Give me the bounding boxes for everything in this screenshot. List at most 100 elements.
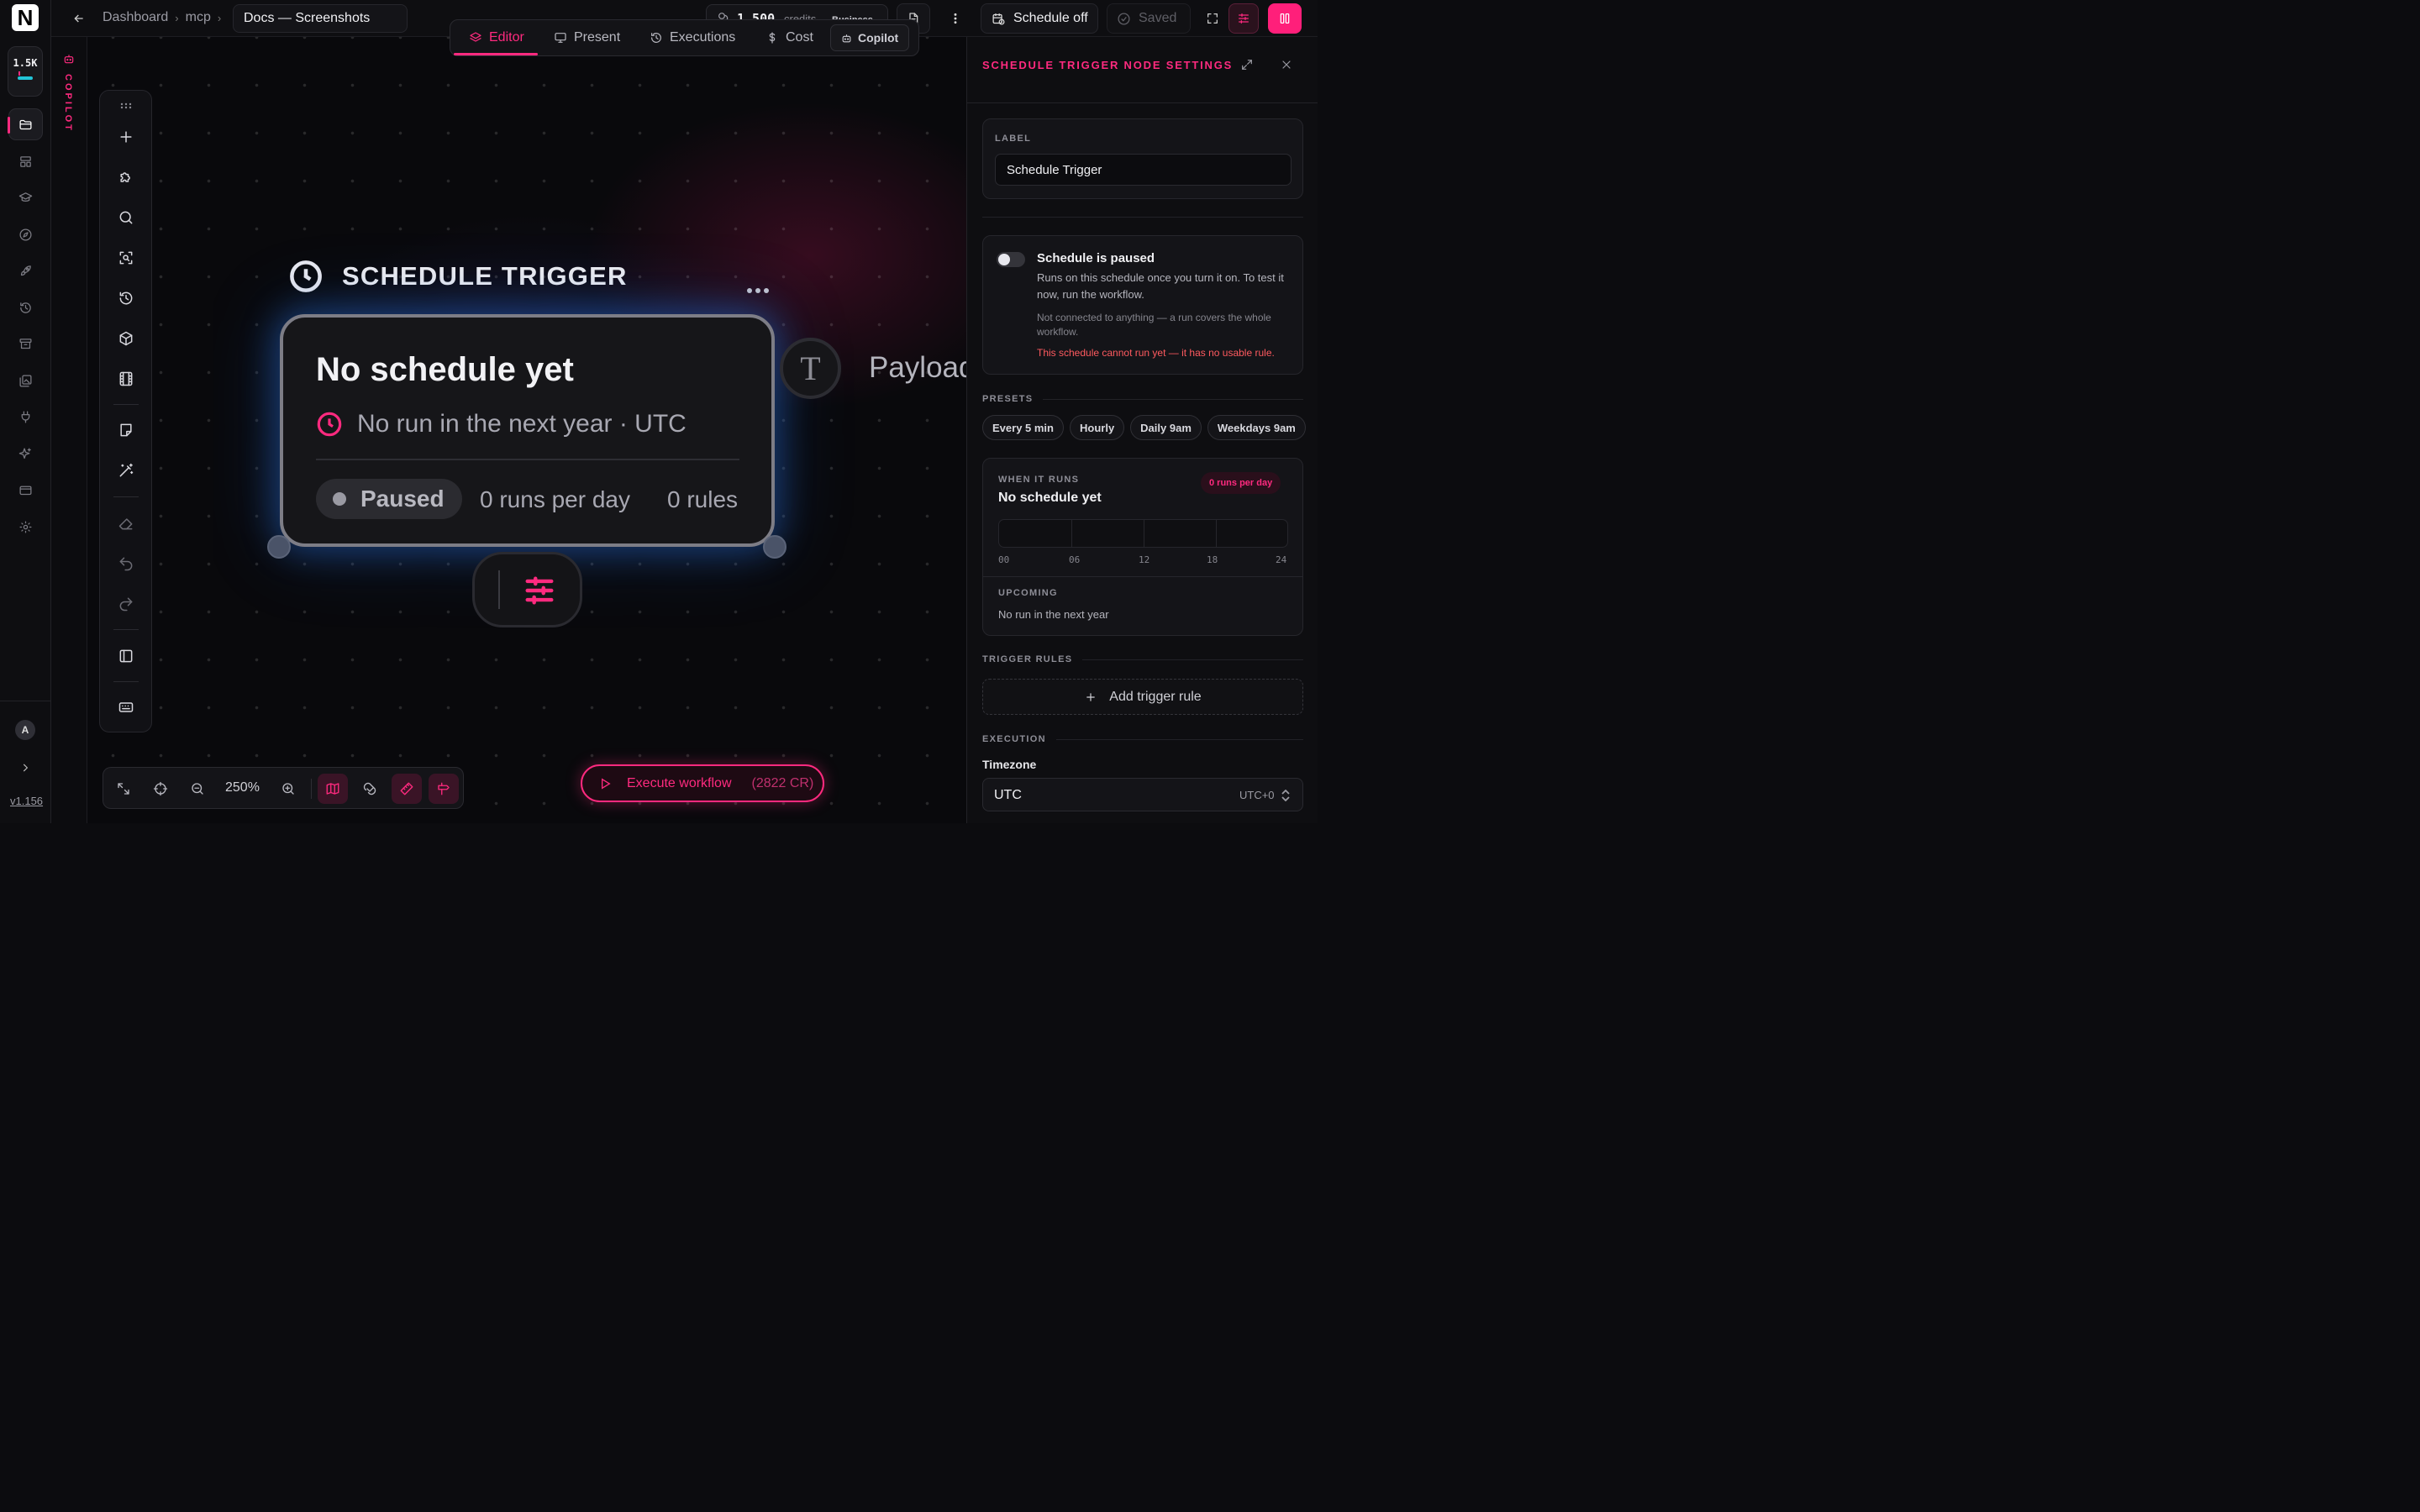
copilot-sidebar-collapsed[interactable]: COPILOT	[51, 37, 87, 823]
payload-node[interactable]: T	[780, 338, 841, 399]
bot-icon	[63, 53, 75, 65]
zoom-in-button[interactable]	[273, 774, 303, 804]
toggle-knob	[998, 254, 1010, 265]
undo-icon	[119, 557, 133, 571]
input-handle[interactable]	[267, 535, 291, 559]
shortcuts-button[interactable]	[111, 692, 141, 722]
rail-integrations-button[interactable]	[8, 401, 43, 433]
node-settings-toggle[interactable]	[1228, 3, 1259, 34]
plus-icon	[1086, 692, 1095, 701]
rail-gallery-button[interactable]	[8, 365, 43, 396]
preset-daily-9am[interactable]: Daily 9am	[1130, 415, 1202, 440]
tab-cost-label: Cost	[786, 30, 813, 45]
preset-weekdays-9am[interactable]: Weekdays 9am	[1207, 415, 1306, 440]
schedule-toggle-button[interactable]: Schedule off	[981, 3, 1098, 34]
breadcrumb-mcp[interactable]: mcp	[186, 10, 211, 25]
rail-billing-button[interactable]	[8, 474, 43, 506]
status-label: Paused	[360, 486, 445, 512]
rail-launch-button[interactable]	[8, 255, 43, 286]
packages-button[interactable]	[111, 323, 141, 354]
ruler-icon	[400, 782, 413, 795]
ruler-button[interactable]	[392, 774, 422, 804]
panel-layout-button[interactable]	[1268, 3, 1302, 34]
zoom-level[interactable]: 250%	[225, 780, 260, 795]
more-menu-button[interactable]	[939, 3, 972, 34]
add-trigger-rule-button[interactable]: Add trigger rule	[982, 679, 1303, 715]
rail-ai-button[interactable]	[8, 438, 43, 470]
expand-panel-button[interactable]	[1238, 55, 1256, 74]
fit-view-button[interactable]	[108, 774, 139, 804]
toolbar-divider	[113, 681, 139, 682]
minimap-button[interactable]	[318, 774, 348, 804]
rail-history-button[interactable]	[8, 291, 43, 323]
fullscreen-button[interactable]	[1199, 3, 1226, 34]
section-divider	[982, 217, 1303, 218]
status-note: Not connected to anything — a run covers…	[1037, 312, 1271, 338]
rail-settings-button[interactable]	[8, 511, 43, 543]
close-panel-button[interactable]	[1277, 55, 1296, 74]
timezone-label: Timezone	[982, 758, 1037, 771]
erase-button[interactable]	[111, 508, 141, 538]
timezone-offset: UTC+0	[1239, 789, 1275, 801]
node-divider	[316, 459, 739, 460]
tab-executions[interactable]: Executions	[650, 20, 735, 55]
saved-label: Saved	[1139, 11, 1177, 25]
zoom-out-button[interactable]	[182, 774, 213, 804]
schedule-trigger-node[interactable]: No schedule yet No run in the next year …	[280, 314, 775, 547]
tab-copilot[interactable]: Copilot	[830, 24, 909, 51]
rail-folder-button[interactable]	[8, 108, 43, 140]
redo-button[interactable]	[111, 589, 141, 619]
execute-workflow-button[interactable]: Execute workflow (2822 CR)	[581, 764, 824, 802]
undo-button[interactable]	[111, 549, 141, 579]
schedule-enabled-toggle[interactable]	[997, 252, 1025, 267]
output-handle[interactable]	[763, 535, 786, 559]
rail-learn-button[interactable]	[8, 181, 43, 213]
back-button[interactable]	[70, 9, 88, 28]
sidebar-toggle-button[interactable]	[111, 641, 141, 671]
focus-search-button[interactable]	[111, 243, 141, 273]
rail-explore-button[interactable]	[8, 218, 43, 250]
magic-button[interactable]	[111, 455, 141, 486]
expand-icon	[118, 783, 129, 795]
maximize-icon	[1207, 13, 1218, 24]
credits-meter[interactable]: 1.5K	[8, 46, 43, 97]
tab-editor[interactable]: Editor	[454, 20, 538, 55]
version-link[interactable]: v1.156	[10, 795, 43, 807]
avatar[interactable]: A	[15, 720, 35, 740]
search-button[interactable]	[111, 202, 141, 233]
node-settings-button[interactable]	[472, 552, 582, 627]
when-it-runs-card: WHEN IT RUNS No schedule yet 0 runs per …	[982, 458, 1303, 636]
preset-hourly[interactable]: Hourly	[1070, 415, 1125, 440]
when-title: No schedule yet	[998, 491, 1102, 505]
tab-executions-label: Executions	[670, 30, 736, 45]
tab-cost[interactable]: Cost	[765, 20, 813, 55]
keyboard-icon	[118, 702, 134, 712]
present-mode-button[interactable]	[429, 774, 459, 804]
drag-handle-icon[interactable]	[120, 102, 132, 109]
graduation-cap-icon	[18, 192, 33, 202]
media-button[interactable]	[111, 364, 141, 394]
preset-every-5-min[interactable]: Every 5 min	[982, 415, 1064, 440]
trigger-rules-heading-label: TRIGGER RULES	[982, 654, 1073, 664]
node-menu-button[interactable]	[747, 282, 774, 299]
node-type-header: SCHEDULE TRIGGER	[288, 259, 628, 294]
rail-archive-button[interactable]	[8, 328, 43, 360]
scan-search-icon	[119, 251, 133, 265]
expand-rail-button[interactable]	[17, 759, 34, 776]
panel-divider	[967, 102, 1318, 103]
add-node-button[interactable]	[111, 122, 141, 152]
snap-button[interactable]	[355, 774, 385, 804]
rail-layout-button[interactable]	[8, 145, 43, 177]
history-button[interactable]	[111, 283, 141, 313]
eraser-icon	[118, 518, 133, 530]
plugins-button[interactable]	[111, 162, 141, 192]
tab-present[interactable]: Present	[554, 20, 620, 55]
app-logo[interactable]: N	[12, 4, 39, 31]
breadcrumb-dashboard[interactable]: Dashboard	[103, 10, 168, 25]
center-view-button[interactable]	[145, 774, 176, 804]
note-button[interactable]	[111, 415, 141, 445]
label-input[interactable]	[995, 154, 1292, 186]
document-title-field[interactable]: Docs — Screenshots	[233, 4, 408, 33]
timezone-select[interactable]: UTC UTC+0	[982, 778, 1303, 811]
save-status-button[interactable]: Saved	[1107, 3, 1191, 34]
